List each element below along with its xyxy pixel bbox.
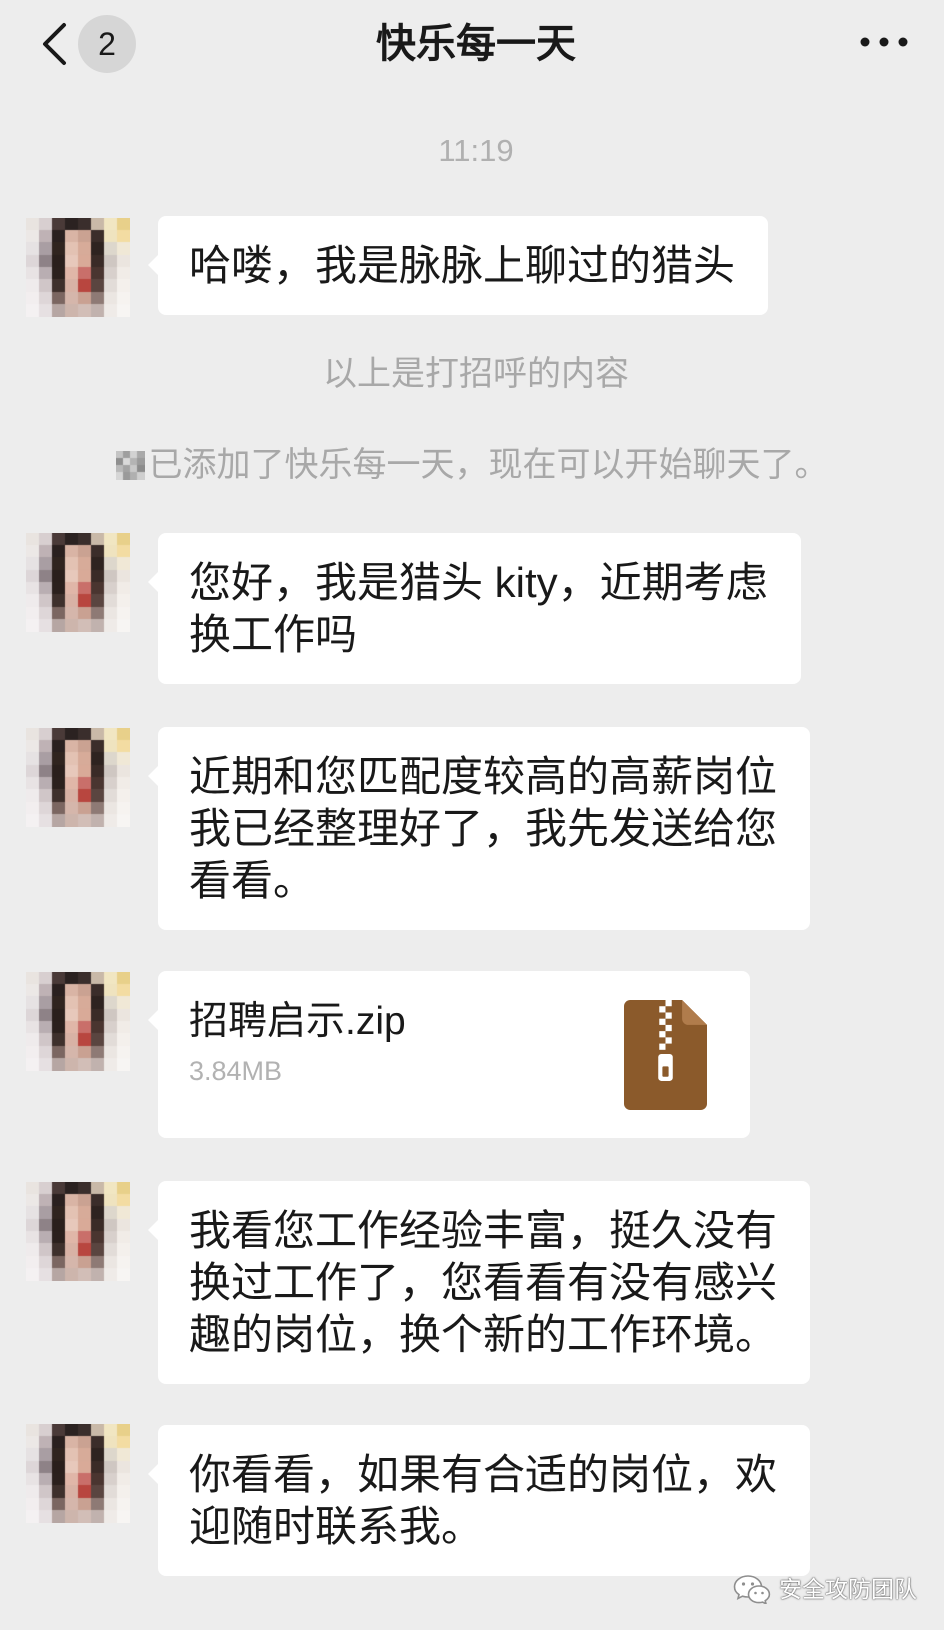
message-text-line: 换过工作了，您看看有没有感兴 [189, 1259, 778, 1306]
file-message[interactable]: 招聘启示.zip 3.84MB [148, 971, 750, 1138]
file-size: 3.84MB [189, 1056, 283, 1086]
message-text-line: 换工作吗 [189, 611, 358, 658]
avatar[interactable] [26, 218, 130, 317]
unread-count-badge: 2 [78, 15, 136, 73]
message-text-line: 看看。 [189, 857, 316, 904]
zip-file-icon [624, 1000, 707, 1110]
avatar[interactable] [26, 1424, 130, 1523]
message-text-line: 你看看，如果有合适的岗位，欢 [189, 1451, 778, 1498]
system-note-text: 已添加了快乐每一天，现在可以开始聊天了。 [148, 446, 829, 484]
avatar[interactable] [26, 728, 130, 827]
system-note-text: 以上是打招呼的内容 [323, 355, 629, 393]
system-note: 已添加了快乐每一天，现在可以开始聊天了。 [0, 443, 944, 487]
avatar[interactable] [26, 972, 130, 1071]
more-dots-icon [860, 37, 908, 47]
message-text-line: 迎随时联系我。 [189, 1503, 484, 1550]
chevron-left-icon [43, 23, 66, 65]
back-button[interactable]: 2 [34, 12, 144, 78]
message-text-line: 趣的岗位，换个新的工作环境。 [189, 1311, 778, 1358]
wechat-icon [733, 1575, 771, 1604]
message-bubble[interactable]: 你看看，如果有合适的岗位，欢 迎随时联系我。 [147, 1425, 811, 1576]
chat-title: 快乐每一天 [376, 22, 576, 66]
more-button[interactable] [850, 24, 920, 60]
message-text-line: 您好，我是猎头 kity，近期考虑 [189, 559, 768, 606]
file-name: 招聘启示.zip [189, 1000, 406, 1043]
avatar[interactable] [26, 1182, 130, 1281]
message-text-line: 我已经整理好了，我先发送给您 [189, 805, 778, 852]
message-bubble[interactable]: 您好，我是猎头 kity，近期考虑 换工作吗 [148, 533, 801, 684]
avatar[interactable] [26, 533, 130, 632]
message-text-line: 近期和您匹配度较高的高薪岗位 [189, 753, 778, 800]
message-bubble[interactable]: 哈喽，我是脉脉上聊过的猎头 [147, 216, 769, 315]
masked-name-icon [115, 450, 145, 480]
watermark: 安全攻防团队 [733, 1573, 917, 1605]
message-bubble[interactable]: 我看您工作经验丰富，挺久没有 换过工作了，您看看有没有感兴 趣的岗位，换个新的工… [147, 1181, 811, 1384]
watermark-text: 安全攻防团队 [779, 1576, 917, 1602]
message-text-line: 哈喽，我是脉脉上聊过的猎头 [189, 242, 736, 289]
message-text-line: 我看您工作经验丰富，挺久没有 [189, 1207, 778, 1254]
message-timestamp: 11:19 [438, 133, 514, 168]
system-note: 以上是打招呼的内容 [0, 352, 944, 396]
message-bubble[interactable]: 近期和您匹配度较高的高薪岗位 我已经整理好了，我先发送给您 看看。 [147, 727, 811, 930]
